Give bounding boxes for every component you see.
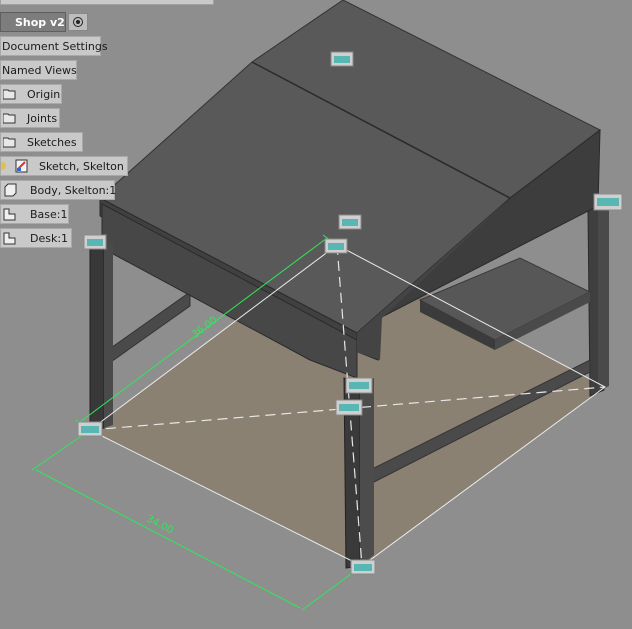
joint-glyph[interactable]: [335, 399, 363, 416]
joint-glyph[interactable]: [593, 193, 623, 211]
joint-glyph[interactable]: [77, 421, 103, 437]
model-view[interactable]: 36.00 34.00: [0, 0, 632, 629]
browser-item-label: Sketch, Skelton: [39, 159, 124, 173]
browser-item-joints[interactable]: Joints: [0, 108, 60, 128]
browser-item-base[interactable]: Base:1: [0, 204, 69, 224]
joint-glyph[interactable]: [350, 559, 376, 575]
browser-item-document-settings[interactable]: Document Settings: [0, 36, 108, 56]
browser-top-strip: [0, 0, 214, 5]
browser-item-label: Named Views: [2, 63, 77, 77]
browser-item-label: Document Settings: [2, 39, 108, 53]
browser-item-label: Desk:1: [30, 231, 69, 245]
joint-glyph[interactable]: [83, 234, 107, 250]
rail-left-lower[interactable]: [107, 291, 191, 365]
joint-glyph[interactable]: [324, 238, 348, 254]
browser-root-shop[interactable]: Shop v2: [0, 12, 66, 32]
browser-item-label: Joints: [27, 111, 58, 125]
browser-item-body-skelton[interactable]: Body, Skelton:1: [0, 180, 117, 200]
browser-root-label: Shop v2: [15, 15, 65, 29]
browser-item-label: Body, Skelton:1: [30, 183, 117, 197]
browser-item-desk[interactable]: Desk:1: [0, 228, 72, 248]
body-icon: [4, 183, 17, 197]
browser-item-label: Origin: [27, 87, 61, 101]
browser-item-label: Base:1: [30, 207, 68, 221]
browser-item-origin[interactable]: Origin: [0, 84, 62, 104]
folder-icon: [3, 89, 16, 100]
leg-front-left[interactable]: [89, 239, 105, 433]
joint-glyph[interactable]: [330, 51, 354, 67]
dimension-width-label[interactable]: 34.00: [144, 514, 175, 537]
browser-item-sketches[interactable]: Sketches: [0, 132, 83, 152]
joint-glyph[interactable]: [338, 214, 362, 230]
activate-radio-icon[interactable]: [68, 13, 88, 31]
component-icon: [3, 232, 16, 245]
folder-icon: [3, 137, 16, 148]
component-icon: [3, 208, 16, 221]
browser-item-sketch-skelton[interactable]: Sketch, Skelton: [0, 156, 128, 176]
browser-item-label: Sketches: [27, 135, 77, 149]
joint-glyph[interactable]: [345, 377, 373, 394]
visibility-bulb-icon[interactable]: [1, 162, 6, 170]
sketch-icon: [15, 159, 28, 173]
canvas-viewport[interactable]: 36.00 34.00: [0, 0, 632, 629]
browser-item-named-views[interactable]: Named Views: [0, 60, 77, 80]
folder-icon: [3, 113, 16, 124]
